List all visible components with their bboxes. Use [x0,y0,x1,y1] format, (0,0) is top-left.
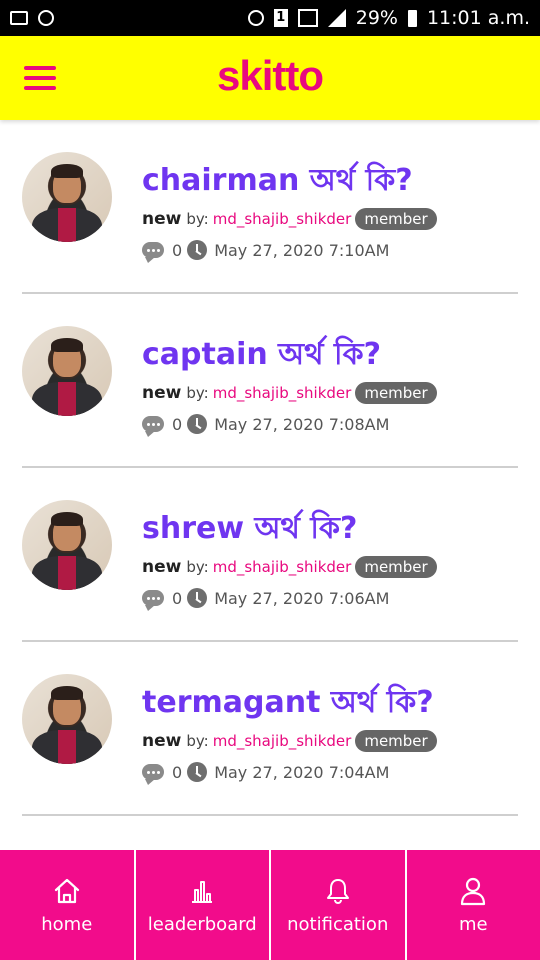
status-label: new [142,383,182,403]
post-timestamp: May 27, 2020 7:04AM [214,762,390,782]
nav-me-label: me [458,913,488,935]
battery-percent: 29% [355,7,398,29]
by-label: by: [186,210,209,228]
by-label: by: [186,732,209,750]
home-icon [54,878,79,903]
comment-icon [142,590,164,611]
post-timestamp: May 27, 2020 7:06AM [214,588,390,608]
app-logo: skitto [216,52,324,99]
nav-leaderboard-button[interactable]: leaderboard [135,850,269,960]
nav-me-button[interactable]: me [406,850,540,960]
clock-icon [187,588,208,608]
bell-icon [326,878,349,904]
status-label: new [142,731,182,751]
comment-count: 0 [172,588,183,608]
avatar[interactable] [22,500,112,590]
battery-icon [407,9,417,27]
user-icon [461,877,486,905]
clock-icon [187,240,208,260]
list-item[interactable]: captain অর্থ কি? new by: md_shajib_shikd… [22,294,518,468]
avatar[interactable] [22,326,112,416]
nav-home-label: home [41,913,93,935]
author-link[interactable]: md_shajib_shikder [213,558,352,576]
comment-icon [142,242,164,263]
role-badge: member [355,730,437,752]
app-header: skitto [0,36,540,120]
status-label: new [142,209,182,229]
bar-chart-icon [192,880,213,903]
avatar[interactable] [22,674,112,764]
post-meta: new by: md_shajib_shikder member [142,730,437,752]
post-stats: 0 May 27, 2020 7:04AM [142,762,390,785]
post-meta: new by: md_shajib_shikder member [142,382,437,404]
nav-leaderboard-label: leaderboard [147,913,257,935]
comment-icon [142,764,164,785]
clock-icon [187,762,208,782]
status-bar: 1 29% 11:01 a.m. [0,0,540,36]
comment-count: 0 [172,414,183,434]
bottom-nav: home leaderboard notification me [0,850,540,960]
clock: 11:01 a.m. [426,7,530,29]
clock-icon [187,414,208,434]
post-timestamp: May 27, 2020 7:10AM [214,240,390,260]
post-meta: new by: md_shajib_shikder member [142,556,437,578]
post-title[interactable]: captain অর্থ কি? [142,330,381,381]
role-badge: member [355,556,437,578]
signal-h-icon [297,9,318,27]
post-list: chairman অর্থ কি? new by: md_shajib_shik… [22,120,518,816]
role-badge: member [355,208,437,230]
status-bar-right: 1 29% 11:01 a.m. [247,7,530,29]
avatar[interactable] [22,152,112,242]
list-item[interactable]: shrew অর্থ কি? new by: md_shajib_shikder… [22,468,518,642]
comment-icon [142,416,164,437]
list-item[interactable]: chairman অর্থ কি? new by: md_shajib_shik… [22,120,518,294]
comment-count: 0 [172,762,183,782]
comment-count: 0 [172,240,183,260]
signal-strength-icon [327,9,346,27]
post-stats: 0 May 27, 2020 7:10AM [142,240,390,263]
post-title[interactable]: shrew অর্থ কি? [142,504,357,555]
post-timestamp: May 27, 2020 7:08AM [214,414,390,434]
status-bar-left [10,10,54,26]
author-link[interactable]: md_shajib_shikder [213,732,352,750]
nav-notification-button[interactable]: notification [271,850,405,960]
by-label: by: [186,384,209,402]
alarm-icon [247,10,264,26]
post-title[interactable]: chairman অর্থ কি? [142,156,413,207]
data-saver-icon [38,10,54,26]
image-notification-icon [10,11,28,25]
author-link[interactable]: md_shajib_shikder [213,384,352,402]
role-badge: member [355,382,437,404]
post-title[interactable]: termagant অর্থ কি? [142,678,434,729]
by-label: by: [186,558,209,576]
sim-indicator: 1 [273,9,288,27]
nav-home-button[interactable]: home [0,850,134,960]
author-link[interactable]: md_shajib_shikder [213,210,352,228]
list-item[interactable]: termagant অর্থ কি? new by: md_shajib_shi… [22,642,518,816]
status-label: new [142,557,182,577]
post-stats: 0 May 27, 2020 7:08AM [142,414,390,437]
nav-notification-label: notification [287,913,389,935]
post-meta: new by: md_shajib_shikder member [142,208,437,230]
post-stats: 0 May 27, 2020 7:06AM [142,588,390,611]
